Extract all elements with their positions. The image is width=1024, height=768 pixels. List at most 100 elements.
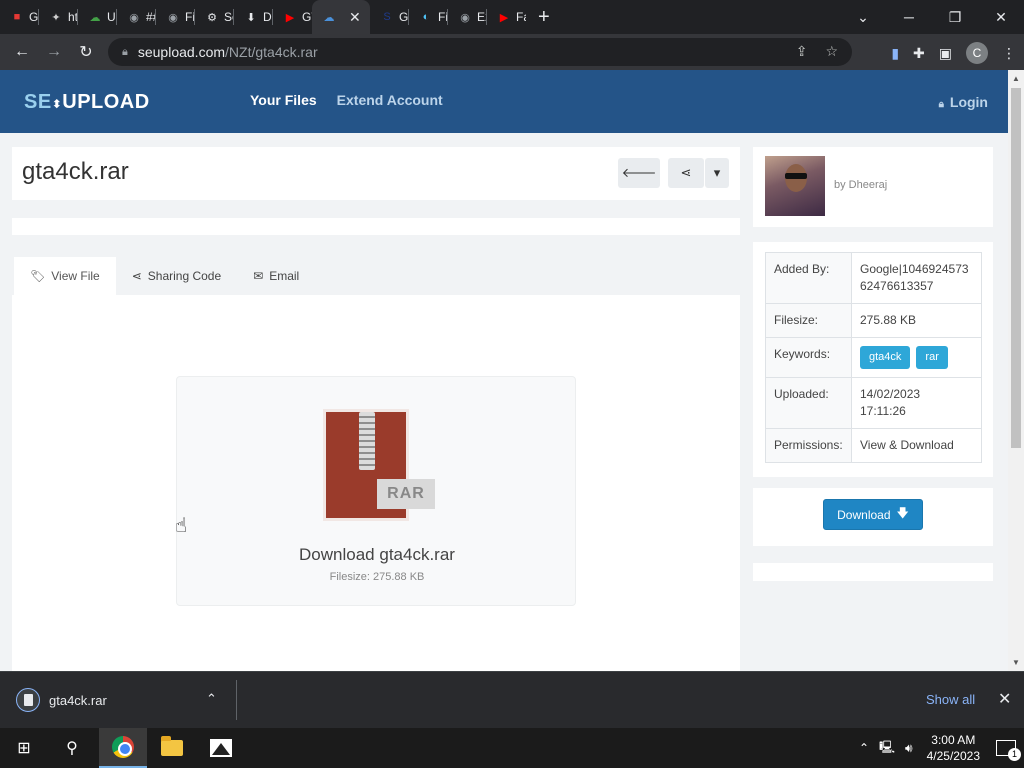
globe-icon: ◉ (460, 11, 470, 24)
download-button[interactable]: Download 🡇 (823, 499, 923, 530)
filesize-label: Filesize: (765, 303, 852, 338)
browser-tab[interactable]: ▶GT/ (273, 0, 312, 34)
table-row: Added By: Google|104692457362476613357 (765, 252, 982, 304)
chevron-up-icon[interactable]: ⌃ (859, 741, 869, 755)
download-box[interactable]: RAR Download gta4ck.rar Filesize: 275.88… (176, 376, 576, 606)
share-icon[interactable]: ⇪ (796, 43, 808, 60)
added-by-value: Google|104692457362476613357 (851, 252, 982, 304)
file-title: gta4ck.rar (22, 158, 129, 185)
url-path: /NZt/gta4ck.rar (225, 44, 318, 60)
reload-button[interactable]: ↻ (70, 42, 102, 62)
minimize-button[interactable]: ─ (886, 9, 932, 25)
volume-icon[interactable]: 🔊︎ (905, 741, 913, 756)
youtube-icon: ▶ (285, 11, 295, 24)
restore-button[interactable]: ❐ (932, 9, 978, 26)
bookmark-star-icon[interactable]: ☆ (825, 43, 838, 60)
tab-search-icon[interactable]: ⌄ (840, 9, 886, 26)
puzzle-extensions-icon[interactable]: ✚ (913, 45, 925, 62)
profile-avatar[interactable]: C (966, 42, 988, 64)
share-icon: ⋖ (131, 269, 142, 283)
system-tray: ⌃ 🖳 🔊︎ 3:00 AM 4/25/2023 1 (859, 728, 1021, 768)
new-tab-button[interactable]: + (538, 6, 550, 29)
hand-cursor-icon: ☝ (175, 515, 188, 537)
added-by-label: Added By: (765, 252, 852, 304)
table-row: Uploaded: 14/02/2023 17:11:26 (765, 377, 982, 429)
browser-tab[interactable]: ▶Fac (487, 0, 526, 34)
back-arrow-button[interactable]: 🡐 (618, 158, 660, 188)
uploader-byline: by Dheeraj (834, 179, 888, 191)
browser-tab[interactable]: ☁Upl (78, 0, 117, 34)
scroll-up-icon[interactable]: ▲ (1008, 74, 1024, 83)
site-logo[interactable]: SE⬍UPLOAD (24, 91, 150, 114)
search-icon[interactable]: ⚲ (48, 728, 96, 768)
scrollbar-thumb[interactable] (1011, 88, 1021, 448)
share-button[interactable]: ⋖ (668, 158, 704, 188)
globe-icon: ◉ (129, 11, 139, 24)
share-dropdown-button[interactable]: ▾ (705, 158, 729, 188)
browser-tab-strip: ■Gec ✦http ☁Upl ◉## ◉File ⚙Set ⬇Do ▶GT/ … (0, 0, 1024, 34)
file-explorer-icon[interactable] (148, 728, 196, 768)
close-window-button[interactable]: ✕ (978, 9, 1024, 26)
puzzle-extension-icon: ✦ (51, 11, 61, 24)
blue-swirl-icon: ◐ (422, 11, 430, 23)
dark-logo-icon: S (383, 11, 391, 23)
permissions-value: View & Download (851, 428, 982, 463)
nav-extend-account[interactable]: Extend Account (337, 92, 443, 108)
browser-tab[interactable]: ◉File (156, 0, 195, 34)
photos-icon[interactable] (197, 728, 245, 768)
site-header: SE⬍UPLOAD Your Files Extend Account 🔒︎ Lo… (0, 70, 1008, 133)
title-card-bottom (12, 218, 740, 235)
close-tab-icon[interactable]: ✕ (349, 9, 361, 26)
browser-tab[interactable]: ◉E2C (448, 0, 487, 34)
table-row: Permissions: View & Download (765, 428, 982, 463)
table-row: Keywords: gta4ck rar (765, 337, 982, 378)
window-controls: ⌄ ─ ❐ ✕ (840, 0, 1024, 34)
browser-tab[interactable]: ✦http (39, 0, 78, 34)
lock-icon[interactable]: 🔒︎ (122, 46, 128, 59)
side-panel-icon[interactable]: ▣ (939, 45, 952, 62)
clock[interactable]: 3:00 AM 4/25/2023 (927, 732, 980, 764)
browser-tab[interactable]: ⬇Do (234, 0, 273, 34)
show-all-link[interactable]: Show all (926, 692, 975, 707)
url-host: seupload.com (137, 44, 226, 60)
download-filesize: Filesize: 275.88 KB (329, 571, 425, 583)
scroll-down-icon[interactable]: ▼ (1008, 658, 1024, 667)
back-button[interactable]: ← (6, 43, 38, 61)
browser-tab[interactable]: ◐File (409, 0, 448, 34)
uploaded-label: Uploaded: (765, 377, 852, 429)
browser-tab[interactable]: SGra (370, 0, 409, 34)
keyword-badge[interactable]: rar (916, 346, 948, 369)
table-row: Filesize: 275.88 KB (765, 303, 982, 338)
forward-button[interactable]: → (38, 43, 70, 61)
browser-toolbar: ← → ↻ 🔒︎ seupload.com/NZt/gta4ck.rar ⇪ ☆… (0, 34, 1024, 70)
tab-email[interactable]: ✉ Email (237, 257, 315, 295)
rar-file-icon: RAR (323, 409, 435, 525)
start-windows-icon[interactable]: ⊞ (0, 728, 48, 768)
red-app-icon: ■ (13, 11, 21, 23)
address-bar[interactable]: 🔒︎ seupload.com/NZt/gta4ck.rar ⇪ ☆ (108, 38, 852, 66)
keywords-label: Keywords: (765, 337, 852, 378)
browser-tab[interactable]: ◉## (117, 0, 156, 34)
lock-icon: 🔒︎ (938, 99, 944, 110)
tag-icon: 🏷︎ (30, 269, 46, 283)
cloud-upload-icon: ☁ (89, 11, 101, 24)
chrome-taskbar-icon[interactable] (99, 728, 147, 768)
tab-view-file[interactable]: 🏷︎ View File (14, 257, 116, 295)
network-icon[interactable]: 🖳 (879, 738, 895, 759)
downloaded-filename[interactable]: gta4ck.rar (49, 693, 107, 708)
extension-icon[interactable]: ▮ (891, 45, 899, 62)
download-title[interactable]: Download gta4ck.rar (177, 545, 577, 565)
close-shelf-icon[interactable]: ✕ (998, 689, 1011, 709)
login-link[interactable]: 🔒︎ Login (939, 94, 988, 110)
keyword-badge[interactable]: gta4ck (860, 346, 911, 369)
browser-tab[interactable]: ⚙Set (195, 0, 234, 34)
browser-tab[interactable]: ■Gec (0, 0, 39, 34)
nav-your-files[interactable]: Your Files (250, 92, 317, 108)
file-icon[interactable] (16, 688, 40, 712)
notification-icon[interactable]: 1 (996, 740, 1021, 761)
chevron-up-icon[interactable]: ⌃ (206, 691, 217, 707)
tab-sharing-code[interactable]: ⋖ Sharing Code (116, 257, 237, 295)
page-scrollbar[interactable]: ▲ ▼ (1008, 70, 1024, 671)
menu-kebab-icon[interactable]: ⋮ (1002, 45, 1016, 62)
browser-tab-active[interactable]: ☁ ✕ (312, 0, 370, 34)
